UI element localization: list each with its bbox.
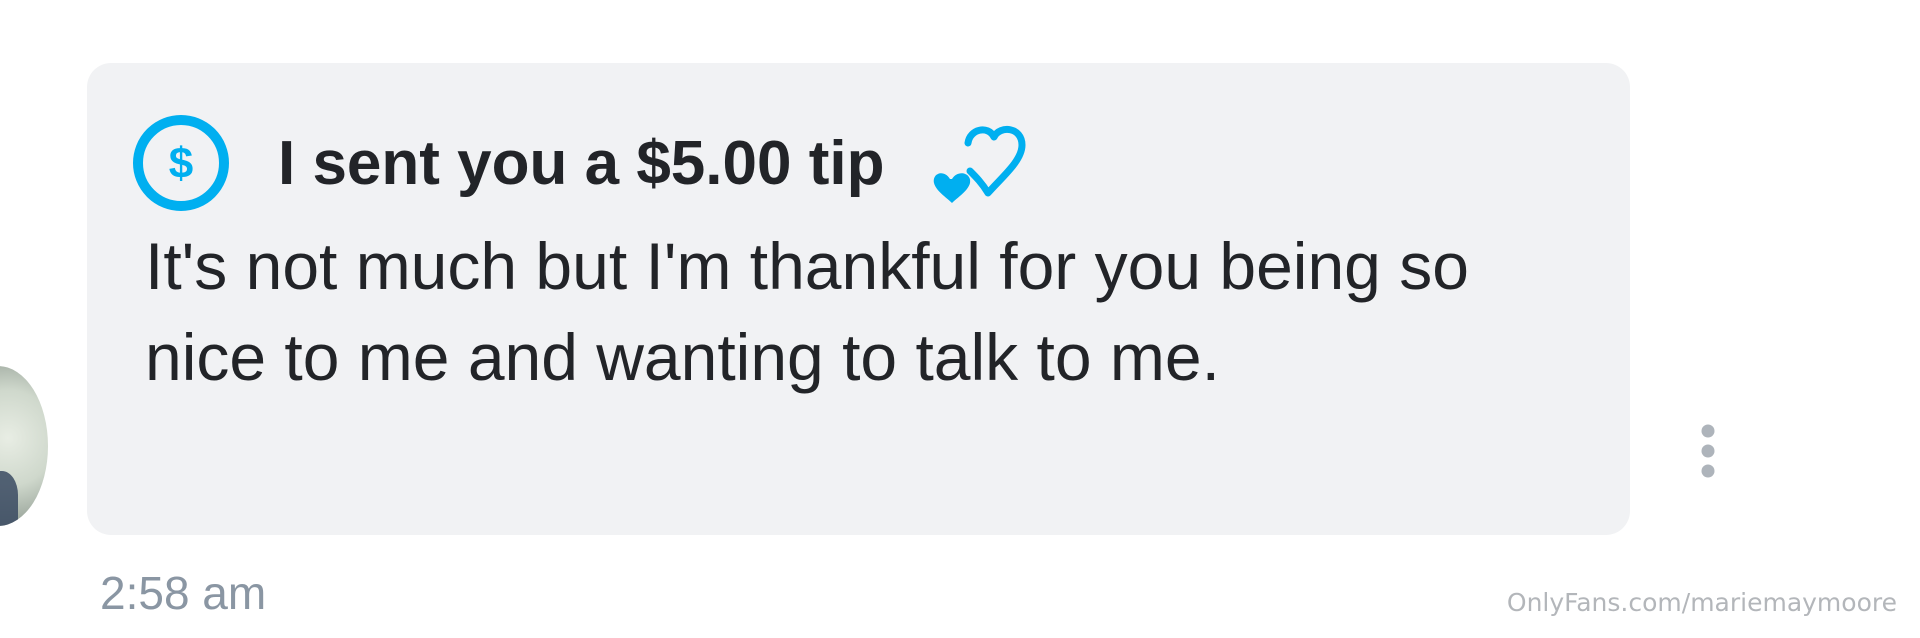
avatar-figure (0, 471, 18, 526)
tip-label: I sent you a $5.00 tip (278, 128, 885, 198)
watermark: OnlyFans.com/mariemaymoore (1506, 588, 1897, 617)
hearts-icon[interactable] (930, 121, 1030, 205)
svg-text:$: $ (169, 139, 193, 188)
more-vertical-icon[interactable] (1698, 423, 1718, 479)
message-bubble[interactable]: $ I sent you a $5.00 tip It's not much b… (87, 63, 1630, 535)
dollar-circle-icon: $ (133, 115, 229, 211)
avatar[interactable] (0, 366, 48, 526)
tip-header: $ I sent you a $5.00 tip (132, 113, 1030, 213)
chat-screen: $ I sent you a $5.00 tip It's not much b… (0, 0, 1920, 638)
message-timestamp: 2:58 am (100, 567, 267, 619)
message-text: It's not much but I'm thankful for you b… (145, 229, 1469, 394)
